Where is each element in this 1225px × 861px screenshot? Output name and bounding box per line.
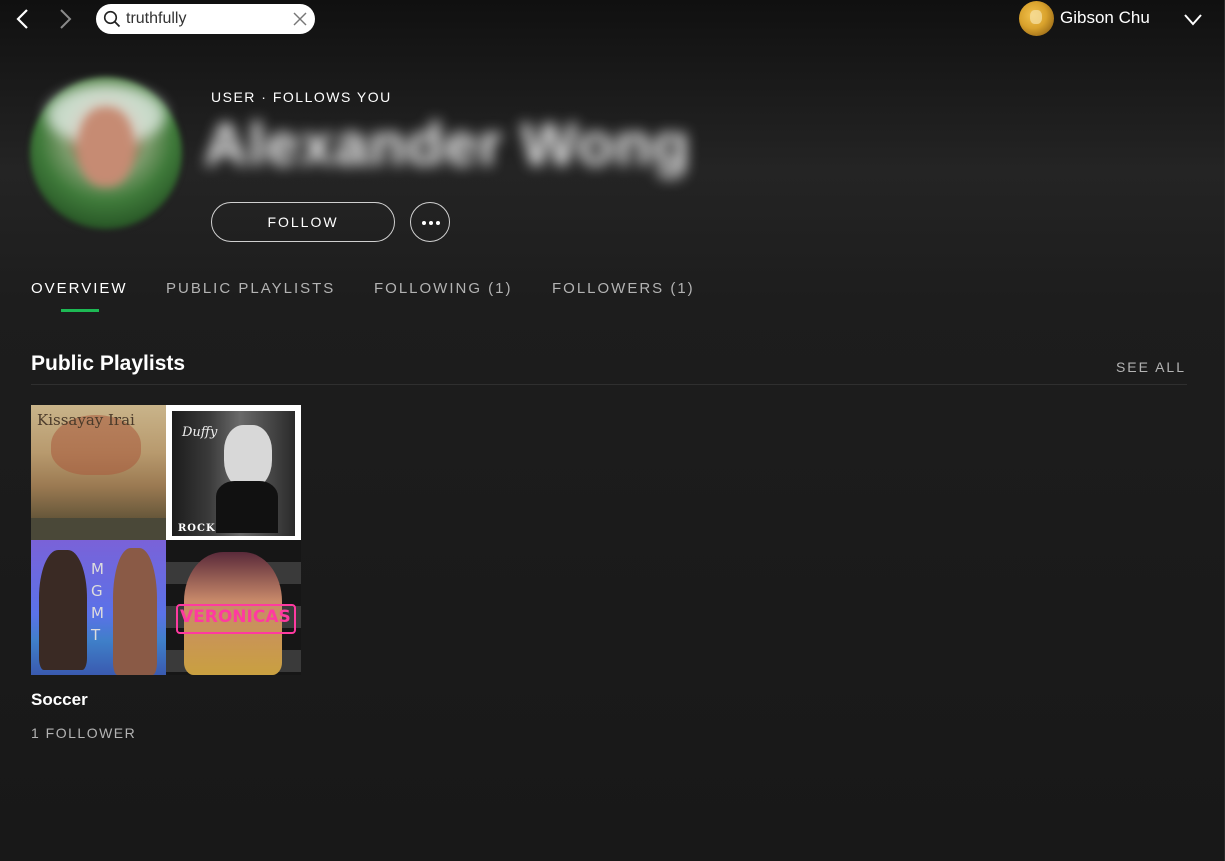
active-tab-indicator (61, 309, 99, 312)
tab-followers[interactable]: FOLLOWERS (1) (552, 280, 695, 297)
cover-art: Duffy ROCKFERRY (172, 411, 295, 536)
playlist-cover[interactable]: Kissayay Irai Duffy ROCKFERRY MGMT VERON… (31, 405, 301, 675)
cover-tile: Duffy ROCKFERRY (166, 405, 301, 540)
profile-name: Alexander Wong (204, 111, 691, 178)
cover-tile: VERONICAS (166, 540, 301, 675)
chevron-down-icon[interactable] (1183, 10, 1203, 28)
cover-art-text: VERONICAS (180, 607, 291, 627)
tab-public-playlists[interactable]: PUBLIC PLAYLISTS (166, 280, 335, 297)
more-options-dot (429, 221, 433, 225)
cover-art-text: Kissayay Irai (37, 411, 135, 429)
cover-art-text: ROCKFERRY (178, 523, 259, 534)
avatar[interactable] (1019, 1, 1054, 36)
more-options-dot (436, 221, 440, 225)
search-box[interactable] (96, 4, 315, 34)
chevron-right-icon[interactable] (54, 7, 76, 31)
search-input[interactable] (126, 8, 286, 30)
playlist-card[interactable]: Kissayay Irai Duffy ROCKFERRY MGMT VERON… (31, 405, 301, 741)
chevron-left-icon[interactable] (12, 7, 34, 31)
see-all-link[interactable]: SEE ALL (1116, 359, 1186, 375)
cover-tile: Kissayay Irai (31, 405, 166, 540)
cover-tile: MGMT (31, 540, 166, 675)
top-bar: Gibson Chu (0, 0, 1225, 40)
tab-following[interactable]: FOLLOWING (1) (374, 280, 513, 297)
playlist-followers: 1 FOLLOWER (31, 725, 137, 741)
close-icon[interactable] (293, 12, 307, 26)
user-name[interactable]: Gibson Chu (1060, 8, 1150, 28)
cover-art-text: Duffy (182, 425, 218, 440)
section-title: Public Playlists (31, 352, 186, 375)
profile-type-label: USER · FOLLOWS YOU (211, 89, 392, 105)
more-options-button[interactable] (410, 202, 450, 242)
more-options-icon (422, 221, 426, 225)
tab-overview[interactable]: OVERVIEW (31, 280, 128, 297)
cover-art-text: MGMT (91, 560, 104, 644)
search-icon (103, 10, 121, 28)
section-divider (31, 384, 1187, 385)
profile-photo (30, 77, 182, 229)
playlist-name[interactable]: Soccer (31, 690, 88, 710)
follow-button[interactable]: FOLLOW (211, 202, 395, 242)
user-menu[interactable]: Gibson Chu (1018, 0, 1218, 38)
